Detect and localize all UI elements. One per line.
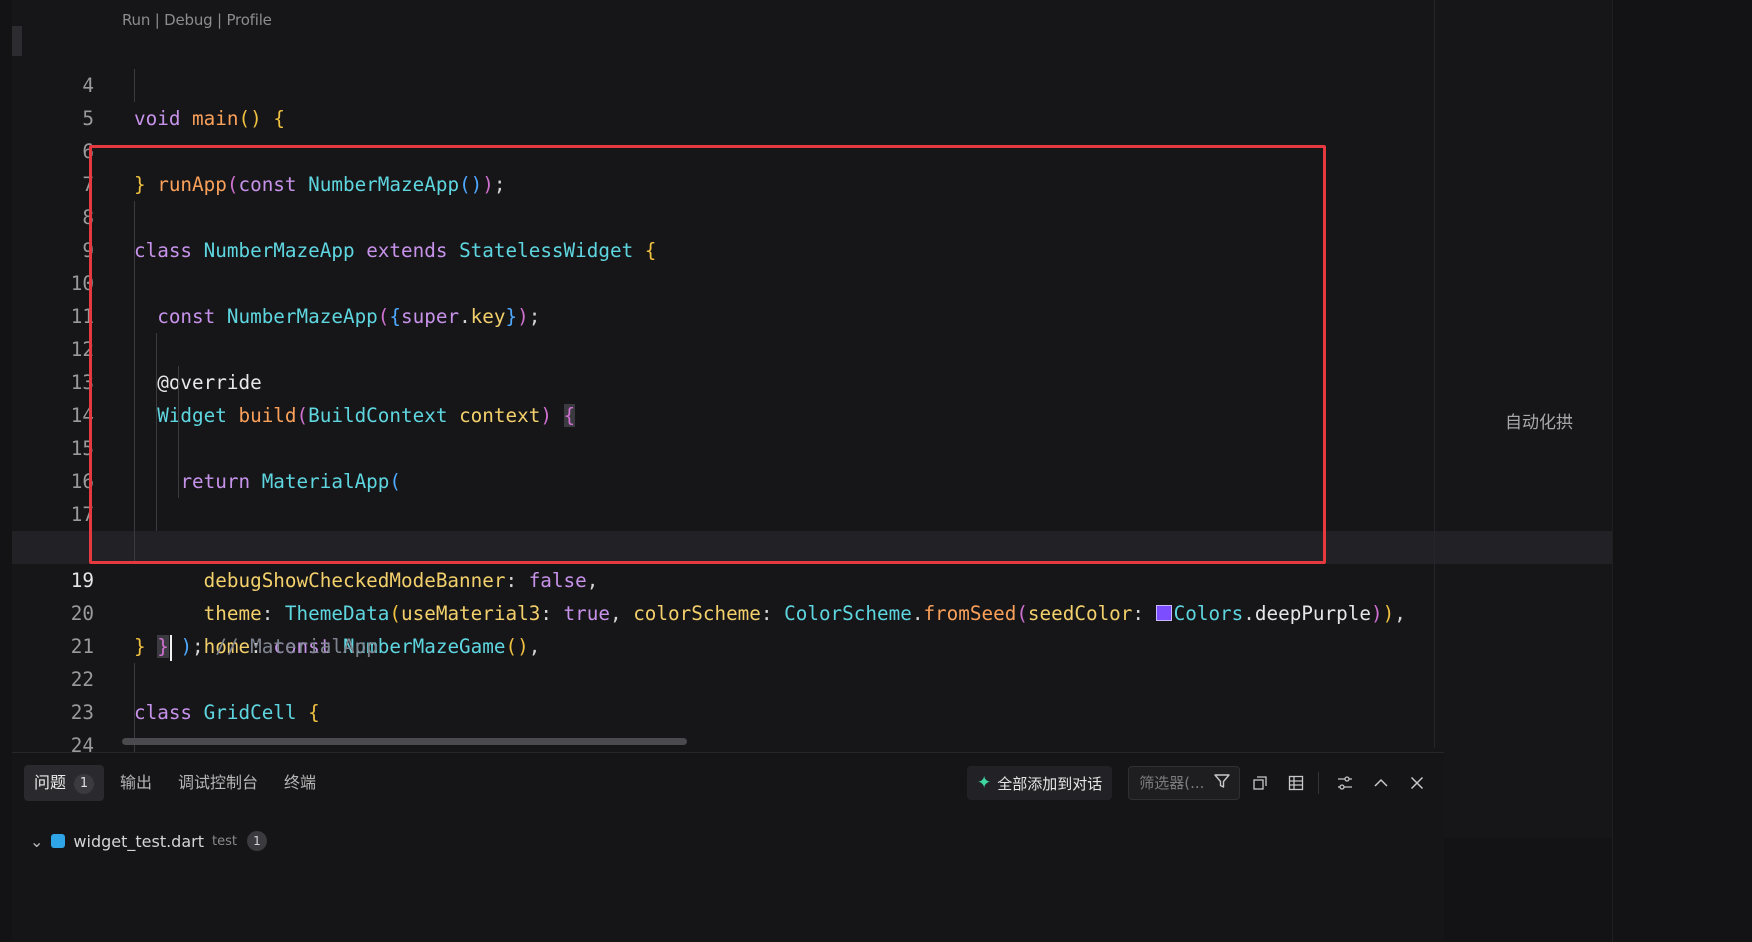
code-line: 7 [12,135,1612,196]
chevron-down-icon[interactable]: ⌄ [30,832,43,851]
code-line: 24 final bool isObstacle; [12,696,1612,823]
code-line: 17 home: const NumberMazeGame(), [12,465,1612,658]
collapse-all-icon[interactable] [1244,767,1276,799]
tab-problems[interactable]: 问题 1 [24,765,105,801]
code-line: 9 const NumberMazeApp({super.key}); [12,201,1612,328]
problems-count-badge: 1 [74,774,95,794]
panel-tabs: 问题 1 输出 调试控制台 终端 [24,765,332,801]
filter-icon[interactable] [1213,772,1231,794]
code-line: 15 debugShowCheckedModeBanner: false, [12,399,1612,592]
panel-actions: ✦ 全部添加到对话 [967,765,1433,801]
tab-label: 问题 [34,773,67,792]
add-all-to-chat-label: 全部添加到对话 [997,774,1103,793]
tab-label: 终端 [284,773,317,792]
code-line: 20 } [12,564,1612,658]
tab-label: 输出 [120,773,153,792]
code-lines: 4 void main() { 5 runApp(const NumberMaz… [12,36,1612,838]
code-line: 6 } [12,102,1612,196]
chevron-up-icon[interactable] [1365,767,1397,799]
tab-terminal[interactable]: 终端 [274,765,326,801]
code-line: 14 title: '1234 数字迷宫', [12,366,1612,561]
table-view-icon[interactable] [1280,767,1312,799]
tab-debug-console[interactable]: 调试控制台 [168,765,268,801]
code-line: 16 theme: ThemeData(useMaterial3: true, … [12,432,1612,625]
problem-file-row[interactable]: ⌄ widget_test.dart test 1 [30,829,267,853]
problem-file-dir: test [212,833,237,849]
code-line: 21 [12,597,1612,658]
codelens-actions[interactable]: Run | Debug | Profile [122,11,272,29]
code-line: 18 ); // MaterialApp [12,498,1612,658]
filter-input[interactable] [1137,773,1214,793]
filter-box[interactable] [1128,766,1241,800]
tab-output[interactable]: 输出 [110,765,162,801]
code-line: 23 final int? number; // null = empty or… [12,663,1612,790]
horizontal-scrollbar[interactable] [122,738,1432,746]
problem-file-name: widget_test.dart [73,831,204,851]
problem-file-count: 1 [246,831,267,851]
bottom-panel: 问题 1 输出 调试控制台 终端 ✦ 全部添加到对话 筛选器(... ⌄ wid… [12,752,1444,942]
code-line: 13 return MaterialApp( [12,333,1612,493]
right-side-panel [1612,0,1752,942]
code-line-current: 19 } [12,531,1612,661]
horizontal-scrollbar-thumb[interactable] [122,738,687,745]
editor-ruler [1434,0,1435,748]
separator [1318,772,1320,794]
close-icon[interactable] [1401,767,1433,799]
add-all-to-chat-button[interactable]: ✦ 全部添加到对话 [967,766,1113,800]
dart-file-icon [51,834,66,848]
code-line: 22 class GridCell { [12,630,1612,724]
ide-window: Run | Debug | Profile 4 void main() { 5 … [0,0,1752,942]
tab-label: 调试控制台 [178,773,259,792]
code-line: 8 class NumberMazeApp extends StatelessW… [12,168,1612,262]
sparkle-icon: ✦ [977,773,992,793]
code-line: 4 void main() { [12,36,1612,130]
code-line: 12 Widget build(BuildContext context) { [12,300,1612,427]
code-line: 10 [12,234,1612,295]
code-editor[interactable]: Run | Debug | Profile 4 void main() { 5 … [12,0,1613,838]
side-panel-label[interactable]: 自动化拱 [1505,408,1573,433]
code-line: 5 runApp(const NumberMazeApp()); [12,69,1612,196]
code-line: 11 @override [12,267,1612,394]
settings-sliders-icon[interactable] [1329,767,1361,799]
